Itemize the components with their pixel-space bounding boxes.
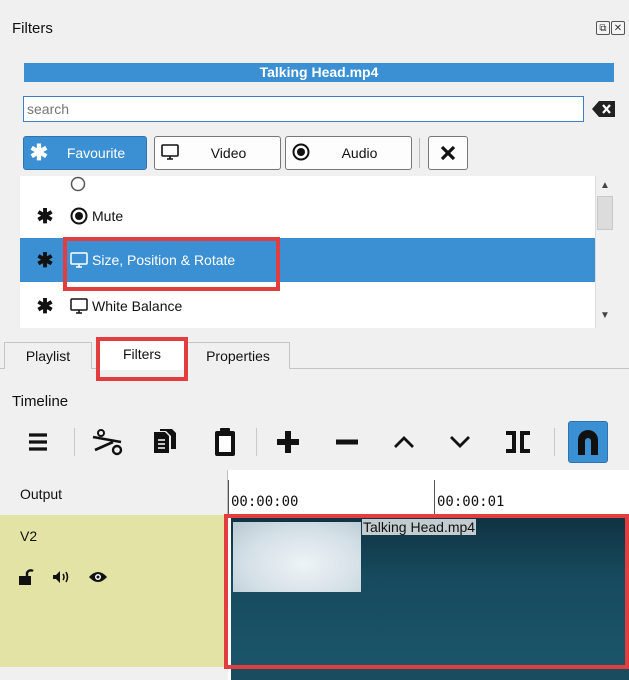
split-icon[interactable]	[500, 422, 536, 462]
list-item-label: Size, Position & Rotate	[92, 252, 236, 268]
speaker-icon	[286, 143, 316, 164]
window-buttons: ⧉ ✕	[596, 21, 625, 35]
favourite-star-icon[interactable]: ✱	[20, 204, 70, 229]
clear-search-icon[interactable]	[592, 100, 616, 118]
monitor-icon	[155, 143, 185, 163]
clip-thumbnail	[233, 522, 361, 592]
favourite-label: Favourite	[66, 145, 126, 161]
panel-title: Filters	[12, 20, 53, 37]
search-input[interactable]	[23, 96, 584, 122]
ruler-tick-label: 00:00:01	[437, 494, 505, 510]
speaker-icon	[70, 207, 92, 225]
paste-icon[interactable]	[208, 422, 242, 462]
monitor-icon	[70, 298, 92, 314]
list-item[interactable]: ✱ Mute	[20, 194, 595, 238]
list-item[interactable]: ✱ Size, Position & Rotate	[20, 238, 595, 282]
menu-icon[interactable]	[24, 422, 52, 462]
remove-icon[interactable]	[329, 422, 365, 462]
list-item-label: White Balance	[92, 298, 183, 314]
ruler-tick-label: 00:00:00	[231, 494, 299, 510]
clip-name-label: Talking Head.mp4	[362, 519, 477, 535]
scroll-down-icon[interactable]: ▼	[600, 310, 610, 321]
timeline-title: Timeline	[12, 393, 69, 410]
scrollbar-thumb[interactable]	[597, 196, 613, 230]
tab-playlist[interactable]: Playlist	[4, 342, 92, 369]
audio-label: Audio	[341, 145, 378, 161]
monitor-icon	[70, 252, 92, 268]
favourite-star-icon[interactable]: ✱	[20, 294, 70, 319]
timeline-ruler[interactable]: 00:00:00 00:00:01	[227, 470, 629, 515]
tab-properties[interactable]: Properties	[186, 342, 290, 369]
favourite-star-icon[interactable]: ✱	[20, 248, 70, 273]
track-controls	[18, 568, 108, 589]
timeline-clip[interactable]	[231, 668, 629, 680]
overwrite-icon[interactable]	[442, 422, 478, 462]
audio-button[interactable]: Audio	[285, 136, 412, 170]
close-icon[interactable]: ✕	[611, 21, 625, 35]
scroll-up-icon[interactable]: ▲	[600, 180, 610, 191]
tab-bar-divider	[0, 368, 629, 369]
lift-icon[interactable]	[386, 422, 422, 462]
current-clip-name: Talking Head.mp4	[24, 63, 614, 82]
video-button[interactable]: Video	[154, 136, 281, 170]
track-name: V2	[20, 528, 38, 544]
video-label: Video	[210, 145, 247, 161]
tab-filters[interactable]: Filters	[98, 340, 186, 370]
copy-icon[interactable]	[148, 422, 182, 462]
filter-list[interactable]: ✱ Mute ✱ Size, Position & Rotate ✱ White…	[20, 176, 595, 328]
snap-magnet-icon[interactable]	[568, 421, 608, 463]
cut-icon[interactable]	[89, 422, 127, 462]
speaker-icon[interactable]	[52, 570, 70, 587]
list-item[interactable]: ✱ White Balance	[20, 284, 595, 328]
float-icon[interactable]: ⧉	[596, 21, 610, 35]
add-icon[interactable]	[270, 422, 306, 462]
lock-icon[interactable]	[18, 568, 34, 589]
favourite-button[interactable]: ✱ Favourite	[23, 136, 147, 170]
timeline-toolbar	[24, 421, 619, 468]
output-label: Output	[20, 486, 63, 502]
list-item-label: Mute	[92, 208, 124, 224]
eye-icon[interactable]	[88, 570, 108, 587]
divider	[419, 138, 420, 168]
close-filter-button[interactable]	[428, 136, 468, 170]
asterisk-icon: ✱	[29, 140, 49, 165]
close-icon	[440, 145, 456, 161]
